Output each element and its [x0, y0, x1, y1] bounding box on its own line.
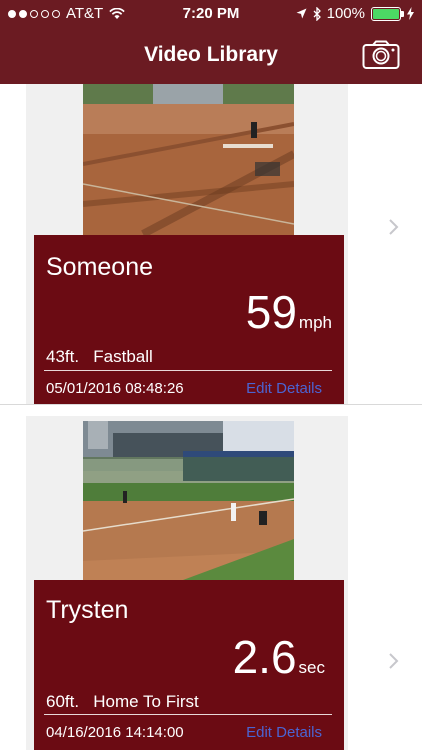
location-arrow-icon [296, 8, 307, 19]
video-row[interactable]: Trysten 2.6 sec 60ft. Home To First 04/1… [0, 416, 422, 750]
battery-icon [371, 6, 404, 21]
measurement-value: 59 mph [246, 285, 332, 339]
status-bar: AT&T 7:20 PM 100% [0, 0, 422, 28]
row-separator [0, 404, 422, 405]
bluetooth-icon [313, 6, 321, 21]
pitch-type-label: Fastball [93, 347, 153, 366]
measurement-number: 59 [245, 286, 297, 338]
divider [44, 370, 332, 371]
video-date: 04/16/2016 14:14:00 [46, 724, 184, 741]
video-row[interactable]: Someone 59 mph 43ft. Fastball 05/01/2016… [0, 84, 422, 404]
measurement-unit: mph [298, 313, 332, 332]
camera-button[interactable] [362, 40, 400, 70]
distance-label: 60ft. [46, 692, 80, 711]
charging-icon [407, 7, 414, 20]
player-name: Trysten [46, 596, 129, 624]
chevron-right-icon[interactable] [388, 652, 400, 676]
divider [44, 714, 332, 715]
page-title: Video Library [144, 43, 278, 66]
video-list: Someone 59 mph 43ft. Fastball 05/01/2016… [0, 84, 422, 750]
video-meta: 43ft. Fastball [46, 347, 153, 367]
measurement-number: 2.6 [232, 631, 297, 683]
video-thumbnail[interactable] [83, 84, 294, 235]
measurement-value: 2.6 sec [233, 630, 325, 684]
video-date: 05/01/2016 08:48:26 [46, 380, 184, 397]
status-right: 100% [296, 5, 414, 22]
edit-details-link[interactable]: Edit Details [246, 724, 322, 741]
video-thumbnail[interactable] [83, 421, 294, 580]
video-info-panel: Trysten 2.6 sec 60ft. Home To First 04/1… [34, 580, 344, 750]
edit-details-link[interactable]: Edit Details [246, 380, 322, 397]
video-info-panel: Someone 59 mph 43ft. Fastball 05/01/2016… [34, 235, 344, 404]
navigation-bar: Video Library [0, 28, 422, 84]
player-name: Someone [46, 253, 154, 281]
video-meta: 60ft. Home To First [46, 692, 199, 712]
chevron-right-icon[interactable] [388, 218, 400, 242]
distance-label: 43ft. [46, 347, 80, 366]
battery-percent: 100% [326, 5, 365, 22]
measurement-unit: sec [298, 658, 325, 677]
run-type-label: Home To First [93, 692, 199, 711]
